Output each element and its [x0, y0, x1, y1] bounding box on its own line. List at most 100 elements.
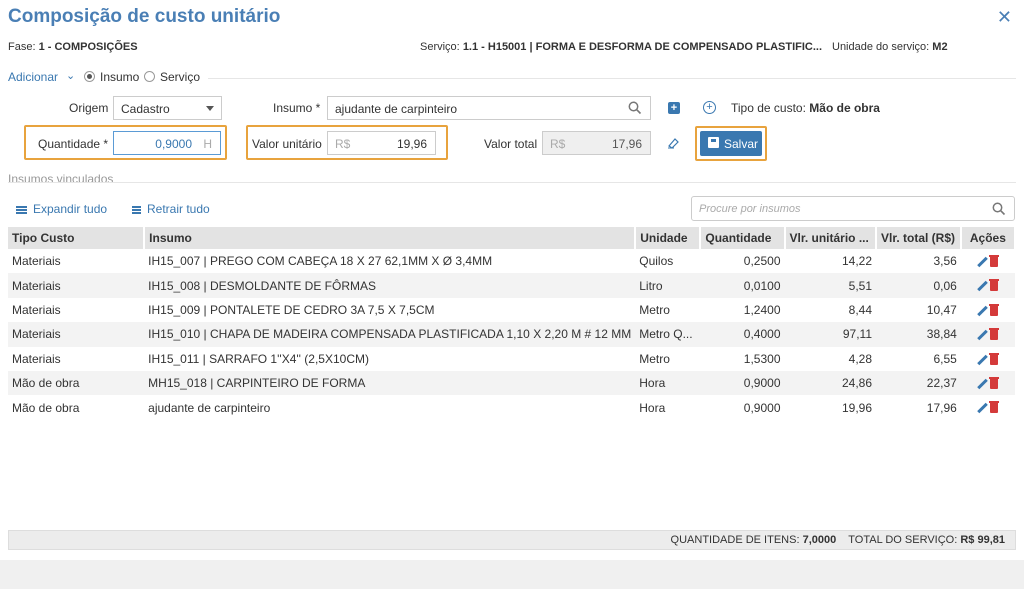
- edit-icon[interactable]: [977, 257, 987, 267]
- cell-insumo: ajudante de carpinteiro: [148, 400, 271, 415]
- total-servico-value: R$ 99,81: [960, 534, 1005, 546]
- add-menu-button[interactable]: Adicionar: [8, 70, 58, 84]
- unidade-value: M2: [932, 41, 948, 53]
- insumo-input[interactable]: ajudante de carpinteiro: [327, 96, 651, 120]
- trash-icon[interactable]: [989, 376, 1000, 389]
- trash-icon[interactable]: [989, 401, 1000, 414]
- table-header-row: Tipo Custo Insumo Unidade Quantidade Vlr…: [8, 227, 1017, 249]
- cell-unidade: Hora: [635, 370, 701, 396]
- close-icon[interactable]: ✕: [997, 7, 1012, 28]
- valor-total-field: R$ 17,96: [542, 131, 651, 155]
- cell-valor-unitario: 14,22: [841, 254, 872, 269]
- trash-icon[interactable]: [989, 255, 1000, 268]
- column-header[interactable]: Vlr. unitário ...: [784, 227, 877, 249]
- qtd-itens-label: QUANTIDADE DE ITENS:: [670, 534, 800, 546]
- cell-valor-unitario: 8,44: [848, 302, 872, 317]
- cell-tipo-custo: Materiais: [8, 322, 145, 347]
- cell-tipo-custo: Materiais: [12, 254, 61, 269]
- table-row[interactable]: Materiais IH15_011 | SARRAFO 1''X4'' (2,…: [8, 347, 1015, 371]
- column-header[interactable]: Vlr. total (R$): [876, 227, 962, 249]
- cell-acoes: [961, 298, 1015, 322]
- trash-icon[interactable]: [989, 352, 1000, 365]
- search-placeholder: Procure por insumos: [699, 203, 801, 215]
- quantidade-unit: H: [203, 137, 212, 151]
- cell-acoes: [960, 322, 1015, 347]
- fase-value: 1 - COMPOSIÇÕES: [38, 41, 138, 53]
- divider: [8, 182, 1016, 183]
- quantidade-input[interactable]: 0,9000 H: [113, 131, 221, 155]
- column-header[interactable]: Unidade: [635, 227, 702, 249]
- collapse-all-label: Retrair tudo: [147, 202, 210, 216]
- cell-valor-unitario: 24,86: [784, 370, 876, 396]
- cell-acoes: [961, 347, 1015, 371]
- origem-value: Cadastro: [121, 102, 170, 116]
- expand-all-label: Expandir tudo: [33, 202, 108, 216]
- cell-acoes: [960, 370, 1015, 396]
- edit-icon[interactable]: [977, 355, 987, 365]
- unidade-info: Unidade do serviço: M2: [832, 41, 948, 53]
- column-header[interactable]: Insumo: [144, 227, 637, 249]
- table-row[interactable]: Mão de obra ajudante de carpinteiro Hora…: [8, 395, 1015, 419]
- edit-icon[interactable]: [977, 281, 987, 291]
- search-icon[interactable]: [992, 202, 1006, 216]
- expand-all-button[interactable]: Expandir tudo: [16, 202, 107, 216]
- chevron-down-icon[interactable]: ⌄: [66, 69, 75, 82]
- cell-insumo: MH15_018 | CARPINTEIRO DE FORMA: [144, 370, 636, 396]
- tipo-custo: Tipo de custo: Mão de obra: [731, 101, 880, 115]
- cell-unidade: Quilos: [639, 254, 674, 269]
- radio-insumo[interactable]: [84, 71, 95, 82]
- trash-icon[interactable]: [989, 328, 1000, 341]
- list-icon: [132, 205, 141, 214]
- tipo-custo-value: Mão de obra: [809, 101, 880, 115]
- valor-unitario-prefix: R$: [335, 137, 351, 151]
- valor-unitario-value: 19,96: [396, 137, 427, 151]
- valor-unitario-input[interactable]: R$ 19,96: [327, 131, 436, 155]
- dialog-title: Composição de custo unitário: [8, 6, 281, 27]
- cell-valor-unitario: 19,96: [841, 400, 872, 415]
- trash-icon[interactable]: [989, 279, 1000, 292]
- valor-total-prefix: R$: [550, 137, 566, 151]
- divider: [208, 78, 1016, 79]
- add-icon[interactable]: +: [668, 102, 680, 114]
- search-icon[interactable]: [628, 101, 642, 115]
- cell-valor-unitario: 5,51: [784, 273, 876, 298]
- column-header[interactable]: Tipo Custo: [8, 227, 146, 249]
- cell-acoes: [961, 249, 1015, 273]
- cell-unidade: Metro Q...: [635, 322, 701, 347]
- edit-icon[interactable]: [977, 330, 987, 340]
- chevron-down-icon: [206, 106, 214, 111]
- radio-servico-label[interactable]: Serviço: [160, 70, 200, 84]
- trash-icon[interactable]: [989, 303, 1000, 316]
- insumos-search-input[interactable]: Procure por insumos: [691, 196, 1015, 221]
- info-bar: Fase: 1 - COMPOSIÇÕES Serviço: 1.1 - H15…: [8, 41, 1016, 57]
- add-row: Adicionar ⌄ Insumo Serviço: [8, 70, 1016, 86]
- valor-total-label: Valor total: [484, 137, 538, 151]
- cell-acoes: [960, 273, 1015, 298]
- table-row[interactable]: Materiais IH15_007 | PREGO COM CABEÇA 18…: [8, 249, 1015, 273]
- edit-icon[interactable]: [977, 379, 987, 389]
- save-button[interactable]: Salvar: [700, 131, 762, 156]
- cell-insumo: IH15_008 | DESMOLDANTE DE FÔRMAS: [144, 273, 636, 298]
- cell-valor-unitario: 97,11: [784, 322, 876, 347]
- edit-icon[interactable]: [977, 403, 987, 413]
- quantidade-label: Quantidade *: [38, 137, 109, 151]
- collapse-all-button[interactable]: Retrair tudo: [132, 202, 210, 216]
- table-row[interactable]: Mão de obra MH15_018 | CARPINTEIRO DE FO…: [8, 370, 1015, 396]
- origem-select[interactable]: Cadastro: [113, 96, 222, 120]
- table-row[interactable]: Materiais IH15_009 | PONTALETE DE CEDRO …: [8, 298, 1015, 322]
- table-row[interactable]: Materiais IH15_010 | CHAPA DE MADEIRA CO…: [8, 322, 1015, 347]
- cell-quantidade: 0,4000: [700, 322, 785, 347]
- cell-valor-total: 22,37: [876, 370, 961, 396]
- cell-valor-total: 17,96: [926, 400, 957, 415]
- radio-insumo-label[interactable]: Insumo: [100, 70, 139, 84]
- summary-footer: QUANTIDADE DE ITENS: 7,0000 TOTAL DO SER…: [8, 530, 1016, 550]
- column-header[interactable]: Quantidade: [700, 227, 786, 249]
- eraser-icon[interactable]: [667, 137, 680, 149]
- cell-insumo: IH15_009 | PONTALETE DE CEDRO 3A 7,5 X 7…: [148, 302, 435, 317]
- radio-servico[interactable]: [144, 71, 155, 82]
- add-circle-icon[interactable]: +: [703, 101, 716, 114]
- qtd-itens-value: 7,0000: [802, 534, 837, 546]
- edit-icon[interactable]: [977, 306, 987, 316]
- table-row[interactable]: Materiais IH15_008 | DESMOLDANTE DE FÔRM…: [8, 273, 1015, 298]
- cell-insumo: IH15_010 | CHAPA DE MADEIRA COMPENSADA P…: [144, 322, 636, 347]
